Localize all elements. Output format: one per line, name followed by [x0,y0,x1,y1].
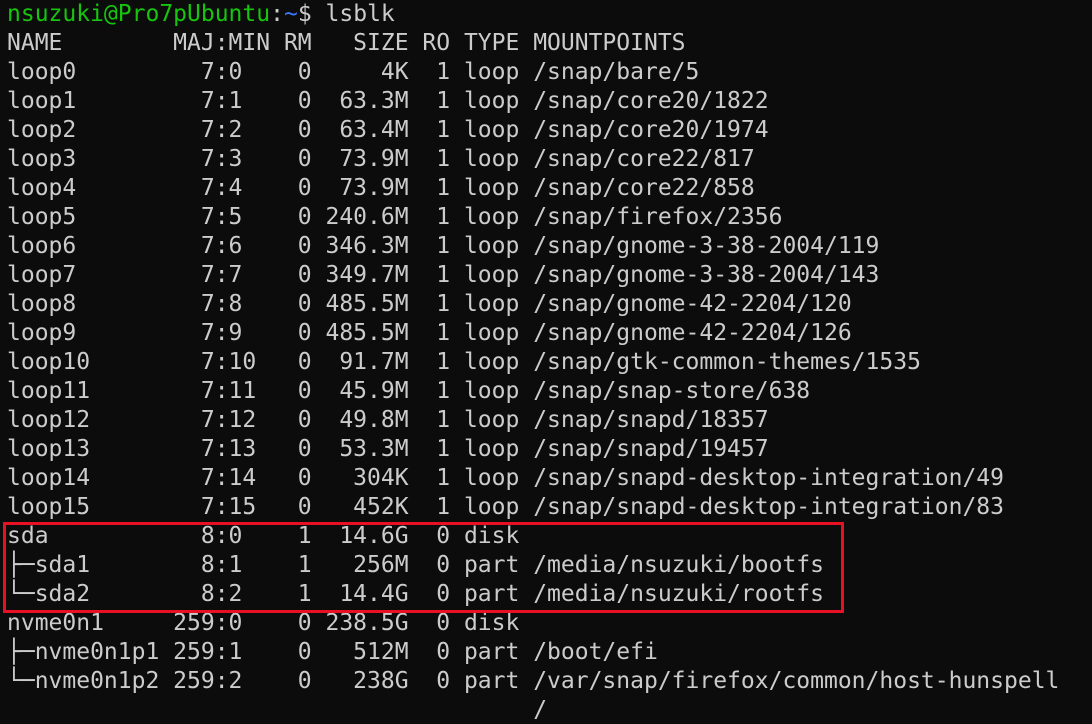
output-line: loop8 7:8 0 485.5M 1 loop /snap/gnome-42… [7,291,852,317]
output-line: loop14 7:14 0 304K 1 loop /snap/snapd-de… [7,465,1004,491]
output-line: loop11 7:11 0 45.9M 1 loop /snap/snap-st… [7,378,811,404]
output-line: loop2 7:2 0 63.4M 1 loop /snap/core20/19… [7,117,769,143]
output-line: loop6 7:6 0 346.3M 1 loop /snap/gnome-3-… [7,233,880,259]
output-line: └─nvme0n1p2 259:2 0 238G 0 part /var/sna… [7,668,1060,694]
output-line: loop10 7:10 0 91.7M 1 loop /snap/gtk-com… [7,349,921,375]
output-line: ├─nvme0n1p1 259:1 0 512M 0 part /boot/ef… [7,639,658,665]
output-line: loop5 7:5 0 240.6M 1 loop /snap/firefox/… [7,204,783,230]
prompt-path: ~ [283,1,298,27]
output-line: loop3 7:3 0 73.9M 1 loop /snap/core22/81… [7,146,755,172]
terminal-window[interactable]: nsuzuki@Pro7pUbuntu:~$ lsblk NAME MAJ:MI… [0,0,1092,724]
prompt-user-host: nsuzuki@Pro7pUbuntu [7,1,271,27]
prompt-line: nsuzuki@Pro7pUbuntu:~$ lsblk [7,0,1092,29]
output-line-sda1: ├─sda1 8:1 1 256M 0 part /media/nsuzuki/… [7,552,824,578]
output-line-sda2: └─sda2 8:2 1 14.4G 0 part /media/nsuzuki… [7,581,824,607]
prompt-symbol: $ [297,1,326,27]
output-line: loop7 7:7 0 349.7M 1 loop /snap/gnome-3-… [7,262,880,288]
command-text: lsblk [325,1,395,27]
output-line: loop13 7:13 0 53.3M 1 loop /snap/snapd/1… [7,436,769,462]
output-line: loop12 7:12 0 49.8M 1 loop /snap/snapd/1… [7,407,769,433]
output-line: loop4 7:4 0 73.9M 1 loop /snap/core22/85… [7,175,755,201]
output-line: / [7,697,548,723]
output-line: loop9 7:9 0 485.5M 1 loop /snap/gnome-42… [7,320,852,346]
output-header: NAME MAJ:MIN RM SIZE RO TYPE MOUNTPOINTS [7,30,686,56]
output-line-sda: sda 8:0 1 14.6G 0 disk [7,523,534,549]
output-line: loop0 7:0 0 4K 1 loop /snap/bare/5 [7,59,700,85]
output-line: loop1 7:1 0 63.3M 1 loop /snap/core20/18… [7,88,769,114]
output-line: nvme0n1 259:0 0 238.5G 0 disk [7,610,534,636]
prompt-separator: : [270,1,284,27]
output-line: loop15 7:15 0 452K 1 loop /snap/snapd-de… [7,494,1004,520]
